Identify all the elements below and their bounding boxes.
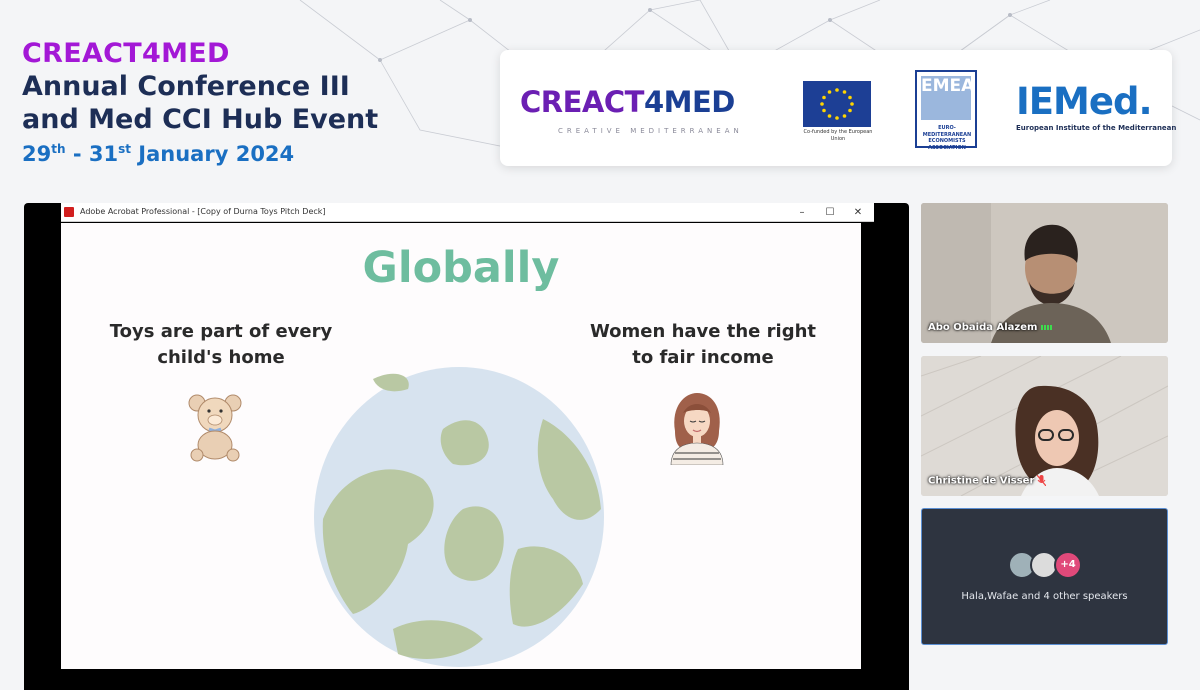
participant-tile-1[interactable]: Abo Obaida Alazem <box>921 203 1168 343</box>
acrobat-window-titlebar[interactable]: Adobe Acrobat Professional - [Copy of Du… <box>61 203 874 222</box>
eu-flag-logo <box>803 81 871 127</box>
mic-off-icon <box>1037 474 1047 486</box>
other-speakers-tile[interactable]: +4 Hala,Wafae and 4 other speakers <box>921 508 1168 645</box>
conference-dates: 29th - 31st January 2024 <box>22 142 295 166</box>
emea-logo: EMEA EURO-MEDITERRANEAN ECONOMISTS ASSOC… <box>915 70 977 151</box>
iemed-logo: IEMed. <box>1016 80 1152 123</box>
acrobat-window-title: Adobe Acrobat Professional - [Copy of Du… <box>80 207 326 216</box>
iemed-subtitle: European Institute of the Mediterranean <box>1016 124 1177 132</box>
participant-tile-2[interactable]: Christine de Visser <box>921 356 1168 496</box>
other-speakers-label: Hala,Wafae and 4 other speakers <box>961 591 1128 602</box>
presentation-slide: Globally Toys are part of every child's … <box>61 223 861 669</box>
slide-left-caption: Toys are part of every child's home <box>109 321 333 368</box>
minimize-button[interactable]: – <box>790 204 814 221</box>
slide-right-caption: Women have the right to fair income <box>589 321 817 368</box>
globe-illustration <box>314 367 604 667</box>
speakers-avatar-stack: +4 <box>1008 551 1088 581</box>
conference-brand: CREACT4MED <box>22 38 230 69</box>
participant-name-1: Abo Obaida Alazem <box>928 322 1053 333</box>
woman-icon <box>670 393 724 465</box>
creact4med-logo: CREACT4MED CREATIVE MEDITERRANEAN <box>520 85 743 136</box>
conference-title-block: CREACT4MED Annual Conference III and Med… <box>22 40 378 165</box>
eu-cofunded-text: Co-funded by the European Union <box>803 129 873 142</box>
conference-title-line-1: Annual Conference III <box>22 71 350 102</box>
close-button[interactable]: ✕ <box>846 204 870 221</box>
teddy-bear-icon <box>188 394 242 462</box>
acrobat-app-icon <box>64 207 74 217</box>
slide-title: Globally <box>362 243 560 293</box>
maximize-button[interactable]: ☐ <box>818 204 842 221</box>
participant-name-2: Christine de Visser <box>928 474 1047 486</box>
partner-logos-banner: CREACT4MED CREATIVE MEDITERRANEAN Co-fun… <box>500 50 1176 166</box>
signal-icon <box>1041 325 1053 330</box>
screen-share-panel: Adobe Acrobat Professional - [Copy of Du… <box>24 203 909 690</box>
conference-title-line-2: and Med CCI Hub Event <box>22 104 379 135</box>
extra-speakers-count-badge: +4 <box>1054 551 1082 579</box>
